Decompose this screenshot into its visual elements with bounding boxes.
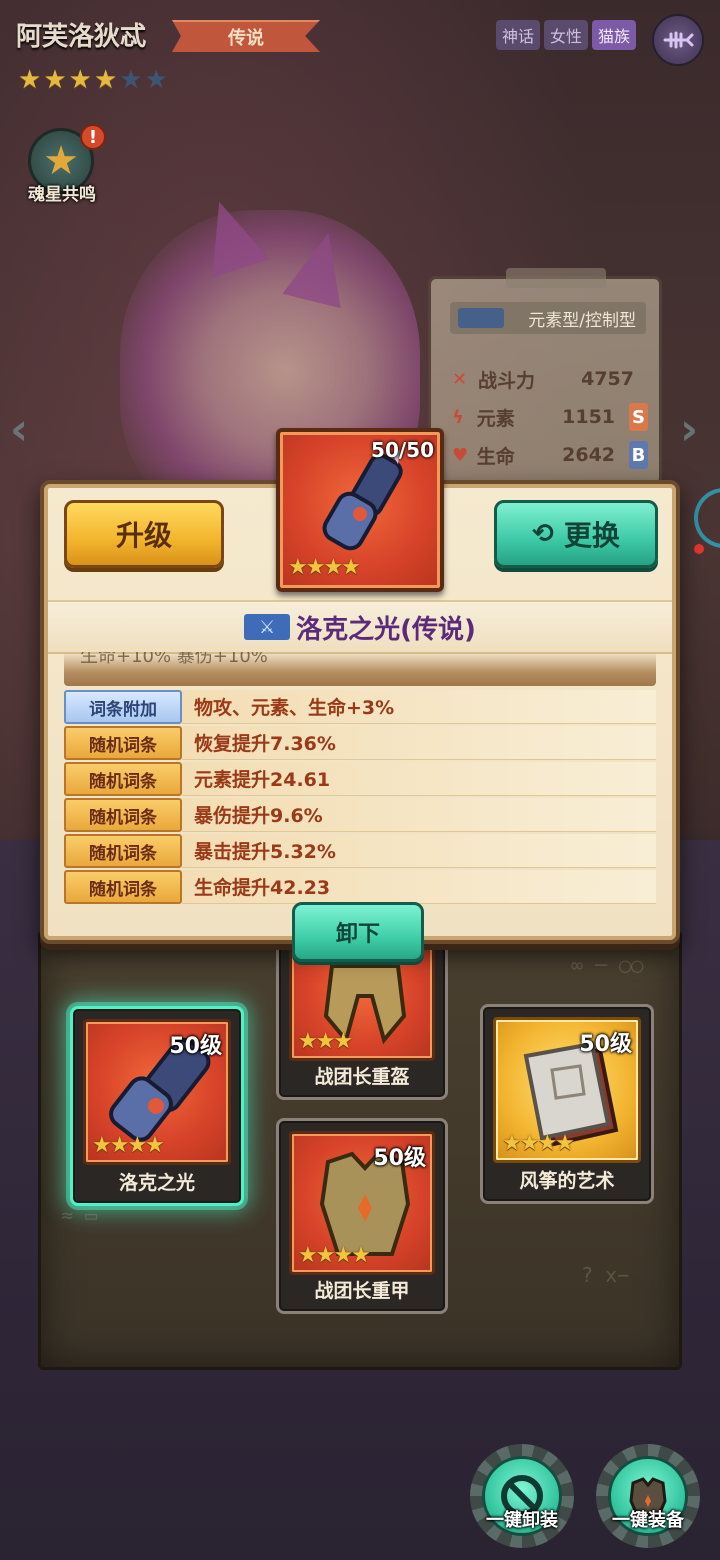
item-name: 洛克之光 (118, 1172, 195, 1194)
next-hero-arrow-icon[interactable]: › (680, 404, 698, 455)
item-level: 50级 (169, 1034, 222, 1059)
previous-hero-arrow-icon[interactable]: ‹ (10, 404, 28, 455)
stat-hp: ♥ 生命 2642 B (452, 438, 648, 472)
item-name: 战团长重甲 (314, 1280, 410, 1302)
lightning-icon: ϟ (452, 406, 464, 428)
affix-value: 元素提升24.61 (182, 762, 656, 796)
stat-value: 2642 (562, 444, 616, 466)
hero-tags: 神话 女性 猫族 (496, 20, 637, 50)
grade-badge: S (629, 403, 648, 431)
stat-name: 战斗力 (478, 369, 536, 392)
affix-value: 暴伤提升9.6% (182, 798, 656, 832)
affix-row: 随机词条 生命提升42.23 (64, 870, 656, 904)
stat-power: ✕ 战斗力 4757 (452, 362, 648, 396)
slot-weapon[interactable]: 50级 ★★★★ 洛克之光 (70, 1006, 244, 1206)
affix-key: 词条附加 (64, 690, 182, 724)
star-empty-icon: ★ (144, 65, 168, 95)
grade-badge: B (629, 441, 648, 469)
unequip-all-button[interactable]: 一键卸装 (470, 1444, 574, 1548)
affix-key: 随机词条 (64, 834, 182, 868)
item-level: 50级 (579, 1032, 632, 1057)
affix-row: 随机词条 暴伤提升9.6% (64, 798, 656, 832)
swap-icon: ⟲ (532, 519, 554, 549)
replace-label: 更换 (563, 519, 620, 552)
item-count: 50/50 (371, 438, 434, 462)
alert-badge: ! (80, 124, 106, 150)
item-stars: ★★★ (298, 1029, 353, 1054)
star-filled-icon: ★ (68, 65, 92, 95)
weapon-art: 50级 ★★★★ (83, 1019, 231, 1165)
item-icon-frame: 50/50 ★★★★ (276, 428, 444, 592)
clipboard-clip (506, 268, 606, 288)
stat-value: 1151 (562, 406, 616, 428)
item-level: 50级 (373, 1146, 426, 1171)
clipped-stat-line: 生命+10% 暴伤+10% (64, 652, 656, 686)
star-filled-icon: ★ (18, 65, 42, 95)
item-title: ⚔ 洛克之光(传说) (48, 604, 672, 650)
item-stars: ★★★★ (502, 1131, 575, 1156)
class-badge-icon (458, 308, 504, 328)
unequip-button[interactable]: 卸下 (292, 902, 424, 962)
item-stars: ★★★★ (92, 1133, 165, 1158)
affix-key: 随机词条 (64, 726, 182, 760)
affix-value: 生命提升42.23 (182, 870, 656, 904)
gauntlet-icon (322, 450, 403, 551)
unequip-all-label: 一键卸装 (486, 1510, 558, 1531)
affix-value: 恢复提升7.36% (182, 726, 656, 760)
star-filled-icon: ★ (93, 65, 118, 95)
tag-myth: 神话 (496, 20, 541, 50)
power-icon: ✕ (452, 368, 468, 390)
star-filled-icon: ★ (43, 65, 67, 95)
hero-name: 阿芙洛狄忒 (16, 22, 147, 52)
affix-row: 随机词条 暴击提升5.32% (64, 834, 656, 868)
rarity-ribbon: 传说 (172, 20, 320, 52)
hero-type: 元素型/控制型 (450, 302, 646, 334)
notification-dot (694, 544, 704, 554)
sword-icon: ⚔ (244, 614, 291, 640)
item-stars: ★★★★ (298, 1243, 371, 1268)
stat-name: 元素 (476, 407, 515, 430)
item-name: 战团长重盔 (314, 1066, 410, 1088)
armor-art: 50级 ★★★★ (289, 1131, 435, 1275)
item-name: 风筝的艺术 (519, 1170, 615, 1192)
affix-key: 随机词条 (64, 762, 182, 796)
affix-list[interactable]: 词条附加 物攻、元素、生命+3% 随机词条 恢复提升7.36% 随机词条 元素提升24.6… (64, 690, 656, 906)
hero-type-label: 元素型/控制型 (528, 310, 636, 331)
affix-value: 物攻、元素、生命+3% (182, 690, 656, 724)
clipped-stat-text: 生命+10% 暴伤+10% (80, 652, 268, 667)
affix-row: 随机词条 恢复提升7.36% (64, 726, 656, 760)
star-empty-icon: ★ (119, 65, 143, 95)
affix-key: 随机词条 (64, 870, 182, 904)
stat-value: 4757 (581, 368, 634, 390)
affix-value: 暴击提升5.32% (182, 834, 656, 868)
soulstar-resonance-button[interactable]: ★ ! 魂星共鸣 (20, 124, 106, 212)
item-stars: ★★★★ (288, 555, 361, 580)
hero-stars: ★ ★ ★ ★ ★ ★ (18, 66, 168, 94)
affix-row: 词条附加 物攻、元素、生命+3% (64, 690, 656, 724)
slot-book[interactable]: 50级 ★★★★ 风筝的艺术 (480, 1004, 654, 1204)
affix-key: 随机词条 (64, 798, 182, 832)
tag-gender: 女性 (544, 20, 589, 50)
equip-all-label: 一键装备 (612, 1510, 684, 1531)
slot-armor[interactable]: 50级 ★★★★ 战团长重甲 (276, 1118, 448, 1314)
tag-race: 猫族 (592, 20, 637, 50)
fishbone-icon[interactable] (652, 14, 704, 66)
soulstar-label: 魂星共鸣 (28, 185, 96, 205)
item-name: 洛克之光(传说) (296, 614, 476, 645)
book-art: 50级 ★★★★ (493, 1017, 641, 1163)
affix-row: 随机词条 元素提升24.61 (64, 762, 656, 796)
equip-all-button[interactable]: 一键装备 (596, 1444, 700, 1548)
heart-icon: ♥ (452, 444, 469, 466)
upgrade-button[interactable]: 升级 (64, 500, 224, 568)
stat-element: ϟ 元素 1151 S (452, 400, 648, 434)
replace-button[interactable]: ⟲ 更换 (494, 500, 658, 568)
stat-name: 生命 (476, 445, 515, 468)
